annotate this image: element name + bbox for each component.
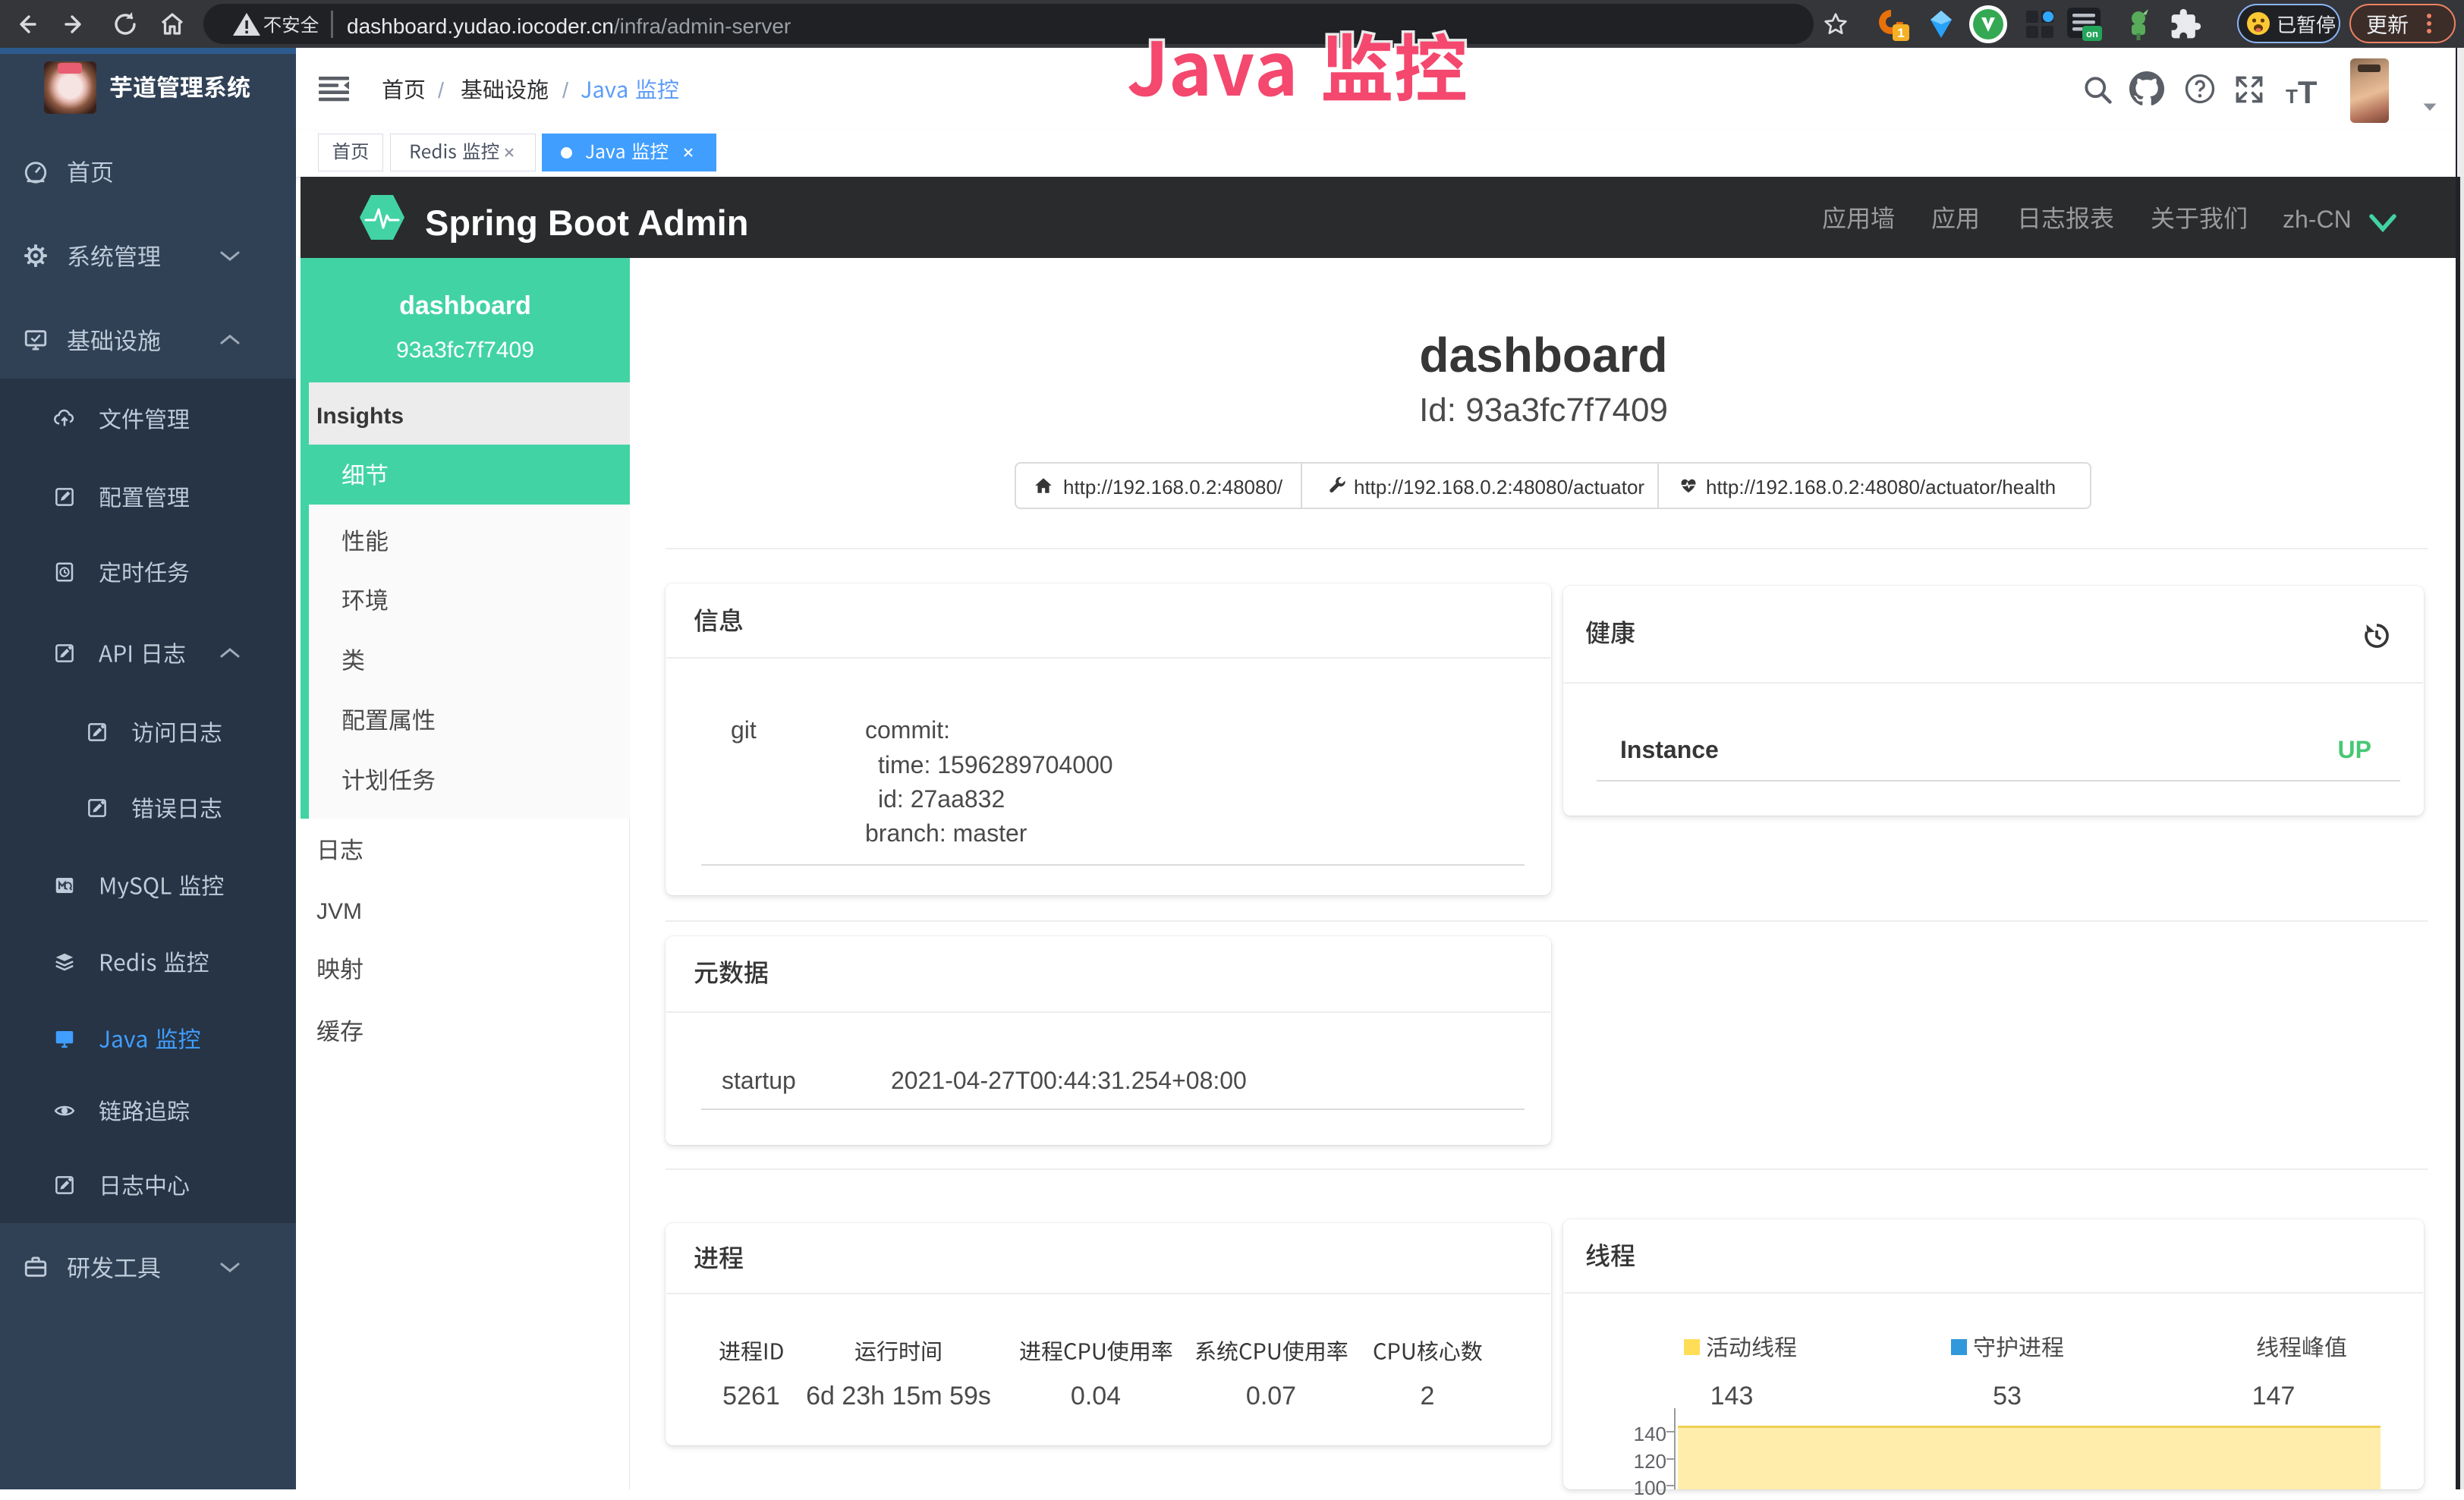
svg-text:on: on <box>2086 28 2098 39</box>
svg-text:1: 1 <box>1897 26 1904 40</box>
